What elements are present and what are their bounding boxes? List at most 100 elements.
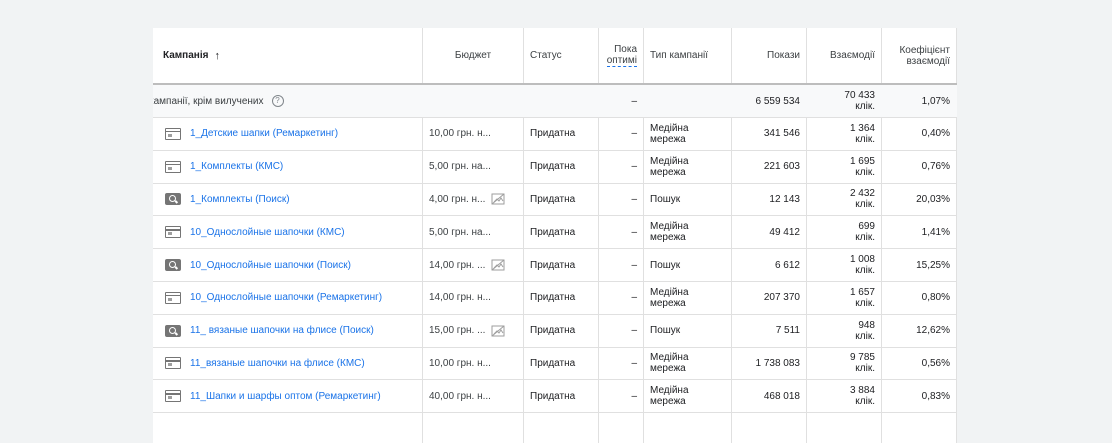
interactions-cell: 1 657 клік.: [807, 282, 875, 314]
opt-value: –: [631, 390, 637, 402]
campaign-name-link[interactable]: 11_Шапки и шарфы оптом (Ремаркетинг): [190, 391, 381, 402]
inter-unit: клік.: [855, 265, 875, 277]
budget-cell[interactable]: 5,00 грн. на...: [429, 216, 523, 248]
type-line2: мережа: [650, 166, 686, 178]
opt-cell: –: [599, 216, 637, 248]
summary-impr-value: 6 559 534: [755, 95, 801, 107]
type-line1: Пошук: [650, 259, 681, 271]
type-cell: Медійна мережа: [650, 118, 730, 150]
inter-value: 699: [858, 221, 875, 233]
interactions-cell: 1 008 клік.: [807, 249, 875, 281]
table-row[interactable]: 10_Однослойные шапочки (Ремаркетинг) 14,…: [153, 282, 957, 315]
campaign-name-link[interactable]: 1_Комплекты (Поиск): [190, 194, 290, 205]
budget-value: 40,00 грн. н...: [429, 390, 491, 402]
campaign-cell: 10_Однослойные шапочки (КМС): [165, 216, 422, 248]
header-optimization[interactable]: Пока оптимі: [599, 28, 637, 83]
opt-value: –: [631, 226, 637, 238]
budget-cell[interactable]: 40,00 грн. н...: [429, 380, 523, 412]
header-campaign-label: Кампанія: [163, 50, 209, 61]
table-row[interactable]: 10_Однослойные шапочки (КМС) 5,00 грн. н…: [153, 216, 957, 250]
opt-cell: –: [599, 249, 637, 281]
header-impressions[interactable]: Покази: [732, 28, 800, 83]
sort-arrow-icon[interactable]: ↑: [214, 50, 220, 62]
display-campaign-icon: [165, 390, 181, 403]
campaign-name-link[interactable]: 1_Детские шапки (Ремаркетинг): [190, 128, 338, 139]
campaign-name-link[interactable]: 10_Однослойные шапочки (КМС): [190, 227, 345, 238]
interactions-cell: 9 785 клік.: [807, 348, 875, 380]
campaign-name-link[interactable]: 10_Однослойные шапочки (Ремаркетинг): [190, 292, 382, 303]
display-campaign-icon: [165, 291, 181, 304]
status-cell: Придатна: [530, 282, 598, 314]
budget-cell[interactable]: 10,00 грн. н...: [429, 348, 523, 380]
budget-cell[interactable]: 14,00 грн. н...: [429, 282, 523, 314]
campaign-name-link[interactable]: 11_вязаные шапочки на флисе (КМС): [190, 358, 365, 369]
summary-rate-value: 1,07%: [921, 95, 950, 107]
display-campaign-icon: [165, 357, 181, 370]
rate-cell: 0,56%: [882, 348, 950, 380]
inter-value: 3 884: [849, 385, 875, 397]
header-status[interactable]: Статус: [530, 28, 598, 83]
header-budget[interactable]: Бюджет: [423, 28, 523, 83]
table-row[interactable]: 11_ вязаные шапочки на флисе (Поиск) 15,…: [153, 315, 957, 348]
opt-cell: –: [599, 348, 637, 380]
table-row[interactable]: 1_Детские шапки (Ремаркетинг) 10,00 грн.…: [153, 118, 957, 151]
campaign-name-link[interactable]: 10_Однослойные шапочки (Поиск): [190, 260, 351, 271]
status-value: Придатна: [530, 325, 576, 337]
header-opt-line2: оптимі: [606, 55, 637, 67]
inter-unit: клік.: [855, 133, 875, 145]
impr-value: 221 603: [763, 161, 800, 173]
interactions-cell: 1 364 клік.: [807, 118, 875, 150]
header-type-label: Тип кампанії: [650, 50, 708, 61]
type-line1: Медійна: [650, 221, 689, 233]
campaign-name-link[interactable]: 11_ вязаные шапочки на флисе (Поиск): [190, 325, 374, 336]
budget-value: 15,00 грн. ...: [429, 325, 486, 337]
opt-cell: –: [599, 380, 637, 412]
budget-cell[interactable]: 14,00 грн. ...: [429, 249, 523, 281]
campaign-cell: 10_Однослойные шапочки (Поиск): [165, 249, 422, 281]
rate-value: 15,25%: [916, 259, 950, 271]
budget-cell[interactable]: 15,00 грн. ...: [429, 315, 523, 347]
header-campaign[interactable]: Кампанія ↑: [163, 28, 413, 83]
interactions-cell: 948 клік.: [807, 315, 875, 347]
status-cell: Придатна: [530, 216, 598, 248]
rate-cell: 0,76%: [882, 151, 950, 183]
rate-value: 0,76%: [921, 161, 950, 173]
budget-cell[interactable]: 5,00 грн. на...: [429, 151, 523, 183]
budget-value: 14,00 грн. н...: [429, 292, 491, 304]
impr-value: 207 370: [763, 292, 800, 304]
summary-opt-value: –: [631, 95, 637, 107]
opt-cell: –: [599, 118, 637, 150]
impr-value: 12 143: [769, 193, 800, 205]
table-row[interactable]: 11_Шапки и шарфы оптом (Ремаркетинг) 40,…: [153, 380, 957, 414]
interactions-cell: 1 695 клік.: [807, 151, 875, 183]
campaign-name-link[interactable]: 1_Комплекты (КМС): [190, 161, 283, 172]
budget-value: 14,00 грн. ...: [429, 259, 486, 271]
campaign-table: Кампанія ↑ Бюджет Статус Пока оптимі Тип…: [153, 28, 957, 443]
help-icon[interactable]: ?: [271, 95, 284, 107]
impr-cell: 207 370: [732, 282, 800, 314]
header-interactions[interactable]: Взаємодії: [807, 28, 875, 83]
budget-cell[interactable]: 10,00 грн. н...: [429, 118, 523, 150]
table-row[interactable]: 10_Однослойные шапочки (Поиск) 14,00 грн…: [153, 249, 957, 282]
budget-cell[interactable]: 4,00 грн. н...: [429, 184, 523, 216]
table-row[interactable]: 1_Комплекты (Поиск) 4,00 грн. н... Прида…: [153, 184, 957, 217]
inter-value: 1 364: [849, 122, 875, 134]
header-rate-line1: Коефіцієнт: [899, 44, 950, 56]
summary-label-cell: кампанії, крім вилучених ?: [153, 85, 419, 117]
status-value: Придатна: [530, 128, 576, 140]
inter-unit: клік.: [855, 363, 875, 375]
rate-cell: 0,83%: [882, 380, 950, 412]
table-row[interactable]: 11_вязаные шапочки на флисе (КМС) 10,00 …: [153, 348, 957, 381]
header-type[interactable]: Тип кампанії: [650, 28, 730, 83]
status-cell: Придатна: [530, 118, 598, 150]
campaign-cell: 10_Однослойные шапочки (Ремаркетинг): [165, 282, 422, 314]
summary-interactions: 70 433 клік.: [807, 85, 875, 117]
status-cell: Придатна: [530, 151, 598, 183]
status-value: Придатна: [530, 193, 576, 205]
summary-row: кампанії, крім вилучених ? – 6 559 534 7…: [153, 85, 957, 118]
budget-value: 10,00 грн. н...: [429, 128, 491, 140]
header-interaction-rate[interactable]: Коефіцієнт взаємодії: [882, 28, 950, 83]
status-cell: Придатна: [530, 315, 598, 347]
summary-inter-value: 70 433: [844, 90, 875, 101]
table-row[interactable]: 1_Комплекты (КМС) 5,00 грн. на... Придат…: [153, 151, 957, 184]
